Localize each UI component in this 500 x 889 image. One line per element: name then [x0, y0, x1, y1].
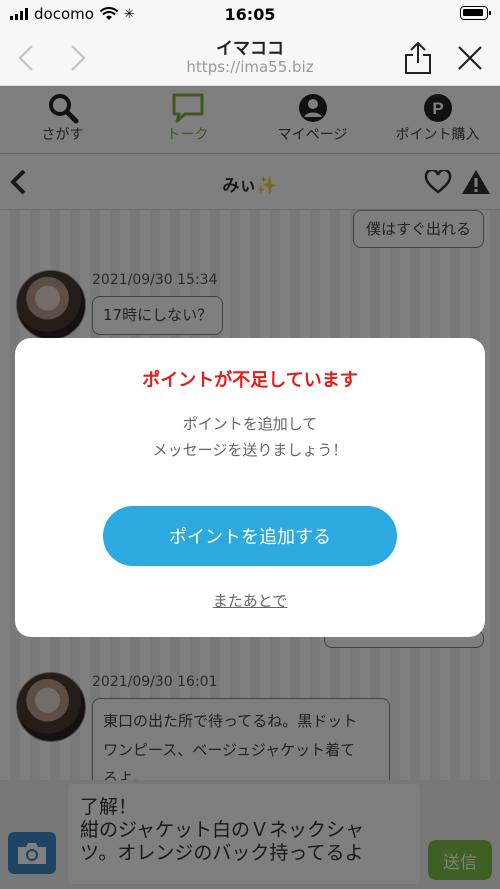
dialog-title: ポイントが不足しています: [142, 370, 358, 391]
later-link[interactable]: またあとで: [15, 590, 485, 611]
close-icon: [458, 46, 482, 70]
clock: 16:05: [224, 4, 276, 24]
browser-bar: イマココ https://ima55.biz: [0, 28, 500, 86]
share-icon: [405, 41, 431, 74]
dialog-message: ポイントを追加して メッセージを送りましょう！: [15, 412, 485, 463]
dialog-message-line: メッセージを送りましょう！: [152, 440, 348, 459]
status-bar: docomo ✳ 16:05: [0, 0, 500, 28]
dialog-message-line: ポイントを追加して: [182, 415, 318, 433]
close-button[interactable]: [452, 40, 488, 76]
share-button[interactable]: [400, 40, 436, 76]
add-points-button[interactable]: ポイントを追加する: [103, 506, 397, 566]
insufficient-points-dialog: ポイントが不足しています ポイントを追加して メッセージを送りましょう！ ポイン…: [15, 338, 485, 637]
battery-icon: [460, 6, 491, 20]
